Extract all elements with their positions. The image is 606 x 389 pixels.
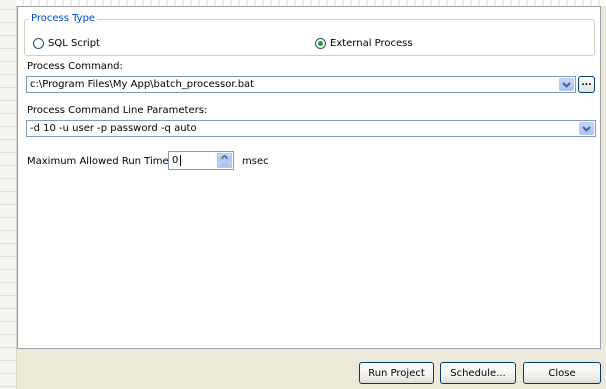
text-caret xyxy=(180,155,181,166)
process-command-value: c:\Program Files\My App\batch_processor.… xyxy=(30,79,255,90)
torn-edge-decoration xyxy=(0,0,17,389)
process-type-group xyxy=(24,19,595,56)
process-command-label: Process Command: xyxy=(27,61,123,72)
close-button[interactable]: Close xyxy=(523,362,601,384)
process-type-legend: Process Type xyxy=(29,12,98,25)
radio-sql-script-circle[interactable] xyxy=(33,37,44,49)
parameters-value: -d 10 -u user -p password -q auto xyxy=(30,123,197,134)
arrow-down-icon[interactable] xyxy=(217,160,232,168)
radio-external-process-circle[interactable] xyxy=(315,37,326,49)
parameters-label: Process Command Line Parameters: xyxy=(27,105,208,116)
main-panel: Process Type SQL Script External Process… xyxy=(17,6,601,349)
run-time-value: 0 xyxy=(172,155,179,166)
spinner-buttons xyxy=(217,153,232,168)
radio-sql-script[interactable]: SQL Script xyxy=(33,36,100,50)
arrow-up-icon[interactable] xyxy=(217,153,232,161)
run-time-spinner[interactable]: 0 xyxy=(168,151,234,170)
radio-external-process[interactable]: External Process xyxy=(315,36,413,50)
run-project-button[interactable]: Run Project xyxy=(359,362,434,384)
process-command-combo[interactable]: c:\Program Files\My App\batch_processor.… xyxy=(26,76,576,93)
radio-sql-script-label: SQL Script xyxy=(48,37,100,49)
parameters-combo[interactable]: -d 10 -u user -p password -q auto xyxy=(26,120,596,137)
browse-button[interactable]: ... xyxy=(578,76,595,93)
chevron-down-icon[interactable] xyxy=(559,78,574,91)
radio-external-process-label: External Process xyxy=(330,37,413,49)
schedule-button[interactable]: Schedule... xyxy=(440,362,516,384)
run-time-unit: msec xyxy=(242,156,269,167)
run-time-label: Maximum Allowed Run Time: xyxy=(27,156,173,167)
chevron-down-icon[interactable] xyxy=(579,122,594,135)
